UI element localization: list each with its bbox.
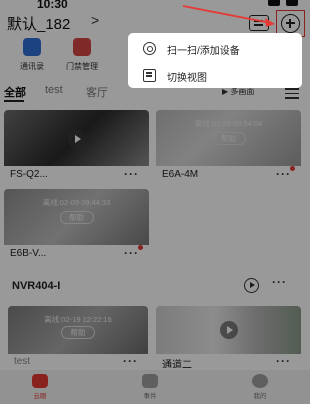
annotation-arrow	[182, 5, 275, 27]
